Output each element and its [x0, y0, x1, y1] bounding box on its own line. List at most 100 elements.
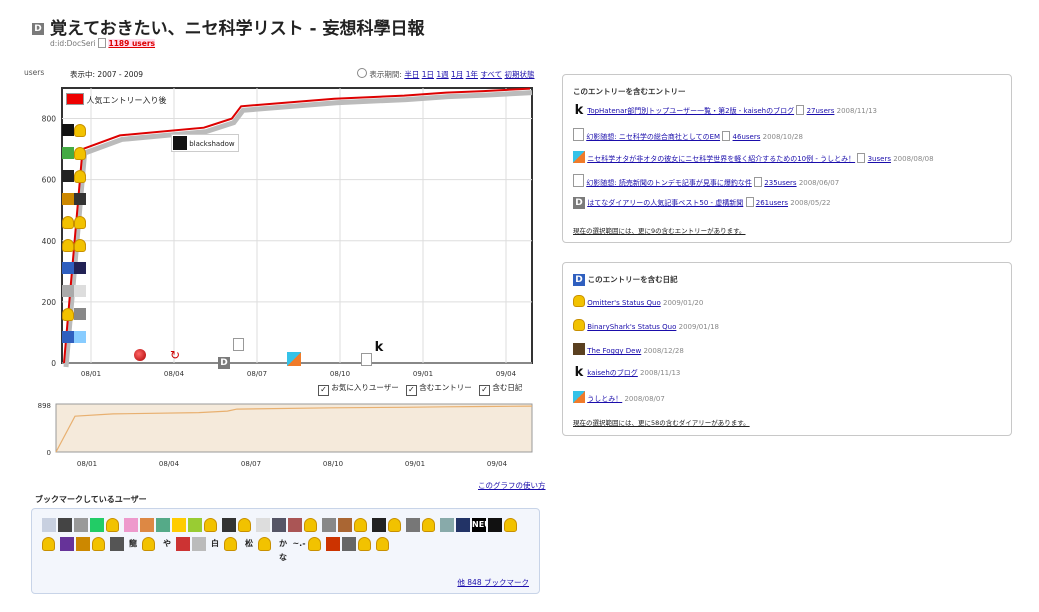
- annotation-swirl-icon[interactable]: ↻: [170, 348, 180, 362]
- bookmark-user-avatar[interactable]: [90, 518, 104, 532]
- bookmark-user-avatar[interactable]: [42, 537, 55, 551]
- bookmark-user-avatar[interactable]: [58, 518, 72, 532]
- early-bookmarker-avatars[interactable]: [62, 124, 96, 364]
- bookmark-user-avatar[interactable]: [92, 537, 105, 551]
- chart-user-avatar[interactable]: [62, 147, 74, 159]
- bookmark-user-avatar[interactable]: [256, 518, 270, 532]
- bookmark-user-avatar[interactable]: [338, 518, 352, 532]
- bookmark-user-avatar[interactable]: [322, 518, 336, 532]
- entry-title-link[interactable]: TopHatenar部門別トップユーザー一覧・第2版 - kaisehのブログ: [587, 107, 794, 115]
- bookmark-user-avatar[interactable]: NEU!: [472, 518, 494, 532]
- period-1year[interactable]: 1年: [466, 70, 478, 79]
- bookmark-user-avatar[interactable]: [172, 518, 186, 532]
- bookmark-user-avatar[interactable]: 松: [242, 537, 256, 551]
- diary-title-link[interactable]: Omitter's Status Quo: [587, 299, 661, 307]
- bookmark-user-avatar[interactable]: [308, 537, 321, 551]
- diary-title-link[interactable]: The Foggy Dew: [587, 347, 641, 355]
- entry-users-link[interactable]: 235users: [764, 179, 796, 187]
- entry-users-link[interactable]: 3users: [868, 155, 891, 163]
- popular-user-tag[interactable]: blackshadow: [171, 134, 239, 152]
- bookmark-user-avatar[interactable]: [222, 518, 236, 532]
- chart-user-avatar[interactable]: [74, 239, 86, 252]
- chart-user-avatar[interactable]: [62, 239, 74, 252]
- main-chart[interactable]: 800 600 400 200 0 08/01 08/04 08/07 08/10 09/01 09…: [24, 82, 544, 382]
- bookmark-user-avatar[interactable]: 龍: [126, 537, 140, 551]
- diary-title-link[interactable]: うしとみ！: [587, 395, 622, 403]
- bookmark-user-avatar[interactable]: や: [160, 537, 174, 551]
- bookmark-user-avatar[interactable]: [358, 537, 371, 551]
- bookmark-user-avatar[interactable]: [288, 518, 302, 532]
- period-1day[interactable]: 1日: [422, 70, 434, 79]
- period-reset[interactable]: 初期状態: [504, 70, 534, 79]
- chart-user-avatar[interactable]: [62, 124, 74, 136]
- entry-title-link[interactable]: 幻影随想: ニセ科学の総合商社としてのEM: [586, 133, 720, 141]
- bookmark-user-avatar[interactable]: [140, 518, 154, 532]
- bookmark-user-avatar[interactable]: [388, 518, 401, 532]
- chart-user-avatar[interactable]: [62, 216, 74, 229]
- bookmark-user-avatar[interactable]: [342, 537, 356, 551]
- bookmark-user-avatar[interactable]: [124, 518, 138, 532]
- period-1week[interactable]: 1週: [436, 70, 448, 79]
- bookmark-user-avatar[interactable]: [238, 518, 251, 532]
- bookmark-user-avatar[interactable]: [74, 518, 88, 532]
- period-1month[interactable]: 1月: [451, 70, 463, 79]
- chart-user-avatar[interactable]: [74, 147, 86, 160]
- chart-user-avatar[interactable]: [74, 170, 86, 183]
- bookmark-user-avatar[interactable]: ~.-: [292, 537, 306, 551]
- bookmark-user-avatar[interactable]: [192, 537, 206, 551]
- period-half-day[interactable]: 半日: [404, 70, 419, 79]
- bookmark-user-avatar[interactable]: [142, 537, 155, 551]
- entry-title-link[interactable]: はてなダイアリーの人気記事ベスト50 - 虚構新聞: [587, 199, 743, 207]
- bookmark-user-avatar[interactable]: [504, 518, 517, 532]
- chart-user-avatar[interactable]: [74, 262, 86, 274]
- chart-user-avatar[interactable]: [62, 285, 74, 297]
- chart-user-avatar[interactable]: [74, 124, 86, 137]
- diary-title-link[interactable]: kaisehのブログ: [587, 369, 638, 377]
- annotation-stripe-icon[interactable]: [287, 349, 301, 368]
- bookmark-user-avatar[interactable]: [354, 518, 367, 532]
- bookmark-user-avatar[interactable]: [176, 537, 190, 551]
- bookmark-user-avatar[interactable]: [106, 518, 119, 532]
- diary-title-link[interactable]: BinaryShark's Status Quo: [587, 323, 676, 331]
- period-all[interactable]: すべて: [480, 70, 502, 79]
- annotation-page-icon-1[interactable]: [233, 334, 244, 353]
- chart-user-avatar[interactable]: [62, 331, 74, 343]
- bookmark-user-avatar[interactable]: [110, 537, 124, 551]
- overview-chart[interactable]: 898 0 08/01 08/04 08/07 08/10 09/01 09/04: [24, 398, 544, 474]
- annotation-k-icon[interactable]: k: [373, 335, 385, 354]
- entry-users-link[interactable]: 27users: [807, 107, 835, 115]
- chart-user-avatar[interactable]: [62, 262, 74, 274]
- bookmark-user-avatar[interactable]: かな: [276, 537, 290, 562]
- chart-user-avatar[interactable]: [74, 308, 86, 320]
- chart-user-avatar[interactable]: [74, 216, 86, 229]
- toggle-favorite-users[interactable]: ✓ お気に入りユーザー: [318, 383, 399, 396]
- bookmark-user-avatar[interactable]: [224, 537, 237, 551]
- entry-users-link[interactable]: 261users: [756, 199, 788, 207]
- chart-user-avatar[interactable]: [74, 285, 86, 297]
- chart-user-avatar[interactable]: [62, 308, 74, 321]
- graph-help-link[interactable]: このグラフの使い方: [478, 480, 546, 491]
- entry-title-link[interactable]: 幻影随想: 読売新聞のトンデモ記事が見事に爆釣な件: [586, 179, 752, 187]
- chart-user-avatar[interactable]: [74, 193, 86, 205]
- bookmark-user-avatar[interactable]: [204, 518, 217, 532]
- entry-title-link[interactable]: ニセ科学オタが非オタの彼女にニセ科学世界を軽く紹介するための10例 - うしとみ…: [587, 155, 855, 163]
- bookmark-user-avatar[interactable]: [156, 518, 170, 532]
- toggle-related-entries[interactable]: ✓ 含むエントリー: [405, 383, 472, 396]
- chart-user-avatar[interactable]: [62, 170, 74, 182]
- bookmark-user-avatar[interactable]: [456, 518, 470, 532]
- entries-more-text[interactable]: 現在の選択範囲には、更に9の含むエントリーがあります。: [573, 225, 746, 235]
- bookmark-user-avatar[interactable]: 白: [208, 537, 222, 551]
- bookmark-user-avatar[interactable]: [76, 537, 90, 551]
- bookmark-user-avatar[interactable]: [372, 518, 386, 532]
- annotation-ball-icon[interactable]: [134, 349, 146, 361]
- entry-users-link[interactable]: 46users: [733, 133, 761, 141]
- bookmark-user-avatar[interactable]: [376, 537, 389, 551]
- diary-more-text[interactable]: 現在の選択範囲には、更に58の含むダイアリーがあります。: [573, 417, 750, 427]
- chart-user-avatar[interactable]: [74, 331, 86, 343]
- bookmark-user-avatar[interactable]: [326, 537, 340, 551]
- user-count-link[interactable]: 1189 users: [108, 39, 156, 48]
- bookmark-user-avatar[interactable]: [406, 518, 420, 532]
- bookmark-user-avatar[interactable]: [488, 518, 502, 532]
- bookmark-user-avatar[interactable]: [304, 518, 317, 532]
- bookmark-user-avatar[interactable]: [258, 537, 271, 551]
